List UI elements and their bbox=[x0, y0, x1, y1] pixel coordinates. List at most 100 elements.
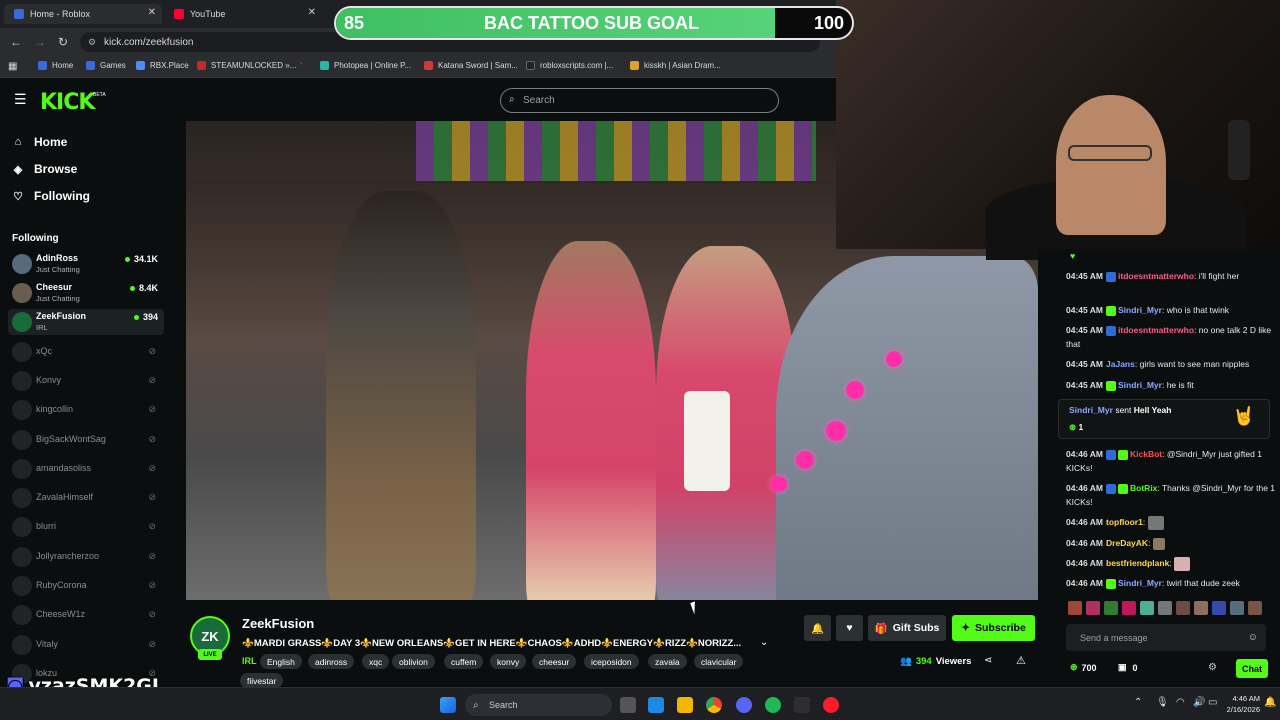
stream-tag[interactable]: cuffem bbox=[444, 654, 484, 669]
stream-tag[interactable]: adinross bbox=[308, 654, 355, 669]
points-balance[interactable]: ▣ 0 bbox=[1118, 662, 1138, 673]
stream-tag[interactable]: konvy bbox=[490, 654, 527, 669]
followed-channel-offline[interactable]: kingcollin ⊘ bbox=[8, 397, 164, 423]
message-user[interactable]: Sindri_Myr bbox=[1118, 305, 1162, 315]
windows-start-icon[interactable] bbox=[440, 697, 456, 713]
search-input[interactable]: ⌕ Search bbox=[500, 88, 779, 113]
followed-channel-offline[interactable]: Jollyrancherzoo ⊘ bbox=[8, 544, 164, 570]
tab-youtube[interactable]: YouTube ✕ bbox=[164, 4, 322, 24]
message-user[interactable]: KickBot bbox=[1130, 449, 1162, 459]
store-icon[interactable] bbox=[648, 697, 664, 713]
bookmark-item[interactable]: RBX.Place bbox=[136, 61, 189, 70]
file-explorer-icon[interactable] bbox=[677, 697, 693, 713]
chevron-down-icon[interactable]: ⌄ bbox=[760, 637, 768, 648]
followed-channel-offline[interactable]: amandasoliss ⊘ bbox=[8, 456, 164, 482]
close-tab-icon[interactable]: ✕ bbox=[308, 7, 316, 18]
emote-icon[interactable] bbox=[1176, 601, 1190, 615]
followed-channel-live[interactable]: Cheesur Just Chatting 8.4K bbox=[8, 280, 164, 306]
hamburger-menu-icon[interactable]: ☰ bbox=[14, 91, 27, 108]
emote-icon[interactable] bbox=[1230, 601, 1244, 615]
notification-bell-button[interactable]: 🔔 bbox=[804, 615, 831, 641]
bookmark-item[interactable]: STEAMUNLOCKED »... bbox=[197, 61, 296, 70]
emote-icon[interactable] bbox=[1212, 601, 1226, 615]
emote-strip[interactable] bbox=[1068, 601, 1268, 617]
spotify-icon[interactable] bbox=[765, 697, 781, 713]
followed-channel-offline[interactable]: Konvy ⊘ bbox=[8, 368, 164, 394]
settings-gear-icon[interactable]: ⚙ bbox=[1208, 662, 1217, 673]
followed-channel-offline[interactable]: ZavalaHimself ⊘ bbox=[8, 485, 164, 511]
stream-tag[interactable]: fiivestar bbox=[240, 673, 284, 688]
followed-channel-offline[interactable]: xQc ⊘ bbox=[8, 339, 164, 365]
followed-channel-offline[interactable]: Vitaly ⊘ bbox=[8, 632, 164, 658]
gift-user[interactable]: Sindri_Myr bbox=[1069, 405, 1113, 415]
report-icon[interactable]: ⚠ bbox=[1016, 654, 1026, 667]
stream-tag[interactable]: clavicular bbox=[694, 654, 744, 669]
emote-icon[interactable] bbox=[1248, 601, 1262, 615]
sidebar-item-home[interactable]: ⌂ Home bbox=[12, 135, 68, 149]
followed-channel-offline[interactable]: blurri ⊘ bbox=[8, 514, 164, 540]
chat-message-input[interactable]: Send a message ☺ bbox=[1066, 624, 1266, 651]
volume-icon[interactable]: 🔊 bbox=[1193, 697, 1205, 708]
mouse-app-icon[interactable] bbox=[620, 697, 636, 713]
bookmark-item[interactable]: kisskh | Asian Dram... bbox=[630, 61, 721, 70]
bookmark-item[interactable]: Katana Sword | Sam... bbox=[424, 61, 518, 70]
followed-channel-offline[interactable]: BigSackWontSag ⊘ bbox=[8, 427, 164, 453]
chrome-icon[interactable] bbox=[706, 697, 722, 713]
bookmark-item[interactable]: Photopea | Online P... bbox=[320, 61, 411, 70]
message-user[interactable]: Sindri_Myr bbox=[1118, 380, 1162, 390]
message-user[interactable]: Sindri_Myr bbox=[1118, 578, 1162, 588]
sidebar-item-browse[interactable]: ◈ Browse bbox=[12, 162, 78, 176]
taskbar-search[interactable]: ⌕ Search bbox=[465, 694, 612, 716]
bookmark-item[interactable]: Games bbox=[86, 61, 126, 70]
app-icon[interactable] bbox=[794, 697, 810, 713]
subscribe-button[interactable]: ✦ Subscribe bbox=[952, 615, 1035, 641]
followed-channel-live[interactable]: AdinRoss Just Chatting 34.1K bbox=[8, 251, 164, 277]
apps-grid-icon[interactable]: ▦ bbox=[8, 61, 17, 72]
forward-arrow-icon[interactable]: → bbox=[34, 35, 46, 49]
followed-channel-live-selected[interactable]: ZeekFusion IRL 394 bbox=[8, 309, 164, 335]
tab-roblox[interactable]: Home - Roblox ✕ bbox=[4, 4, 162, 24]
gift-subs-button[interactable]: 🎁 Gift Subs bbox=[868, 615, 946, 641]
sidebar-item-following[interactable]: ♡ Following bbox=[12, 189, 90, 203]
discord-icon[interactable] bbox=[736, 697, 752, 713]
chevron-up-icon[interactable]: ⌃ bbox=[1134, 697, 1142, 708]
wifi-icon[interactable]: ◠ bbox=[1176, 697, 1185, 708]
bookmark-item[interactable]: Home bbox=[38, 61, 73, 70]
message-user[interactable]: itdoesntmatterwho bbox=[1118, 271, 1194, 281]
stream-category[interactable]: IRL bbox=[242, 656, 257, 666]
share-icon[interactable]: ⋖ bbox=[984, 655, 992, 666]
channel-name[interactable]: ZeekFusion bbox=[242, 616, 314, 631]
bookmark-marker-icon[interactable]: • bbox=[300, 61, 302, 68]
kicks-balance[interactable]: ⊛ 700 bbox=[1070, 662, 1097, 673]
message-user[interactable]: itdoesntmatterwho bbox=[1118, 325, 1194, 335]
stream-tag[interactable]: xqc bbox=[362, 654, 390, 669]
stream-tag[interactable]: zavala bbox=[648, 654, 687, 669]
back-arrow-icon[interactable]: ← bbox=[10, 35, 22, 49]
message-user[interactable]: bestfriendplank bbox=[1106, 558, 1169, 568]
microphone-icon[interactable]: 🎙 bbox=[1156, 697, 1169, 708]
message-user[interactable]: DreDayAK bbox=[1106, 538, 1148, 548]
stream-tag[interactable]: cheesur bbox=[532, 654, 577, 669]
close-tab-icon[interactable]: ✕ bbox=[148, 7, 156, 18]
message-user[interactable]: BotRix bbox=[1130, 483, 1157, 493]
followed-channel-offline[interactable]: CheeseW1z ⊘ bbox=[8, 602, 164, 628]
emote-icon[interactable] bbox=[1122, 601, 1136, 615]
emote-icon[interactable] bbox=[1194, 601, 1208, 615]
reload-icon[interactable]: ↻ bbox=[58, 35, 68, 49]
emoji-icon[interactable]: ☺ bbox=[1248, 632, 1258, 643]
notification-icon[interactable]: 🔔 bbox=[1264, 697, 1276, 708]
stream-tag[interactable]: English bbox=[260, 654, 302, 669]
emote-icon[interactable] bbox=[1104, 601, 1118, 615]
opera-icon[interactable] bbox=[823, 697, 839, 713]
message-user[interactable]: JaJans bbox=[1106, 359, 1135, 369]
taskbar-clock[interactable]: 4:46 AM 2/16/2026 bbox=[1216, 693, 1260, 715]
emote-icon[interactable] bbox=[1140, 601, 1154, 615]
message-user[interactable]: topfloor1 bbox=[1106, 517, 1143, 527]
bookmark-item[interactable]: robloxscripts.com |... bbox=[526, 61, 613, 70]
chat-send-button[interactable]: Chat bbox=[1236, 659, 1268, 678]
kick-logo[interactable]: KICK bbox=[40, 90, 95, 115]
stream-tag[interactable]: iceposidon bbox=[584, 654, 639, 669]
followed-channel-offline[interactable]: RubyCorona ⊘ bbox=[8, 573, 164, 599]
site-info-icon[interactable]: ⚙ bbox=[88, 37, 96, 48]
emote-icon[interactable] bbox=[1086, 601, 1100, 615]
